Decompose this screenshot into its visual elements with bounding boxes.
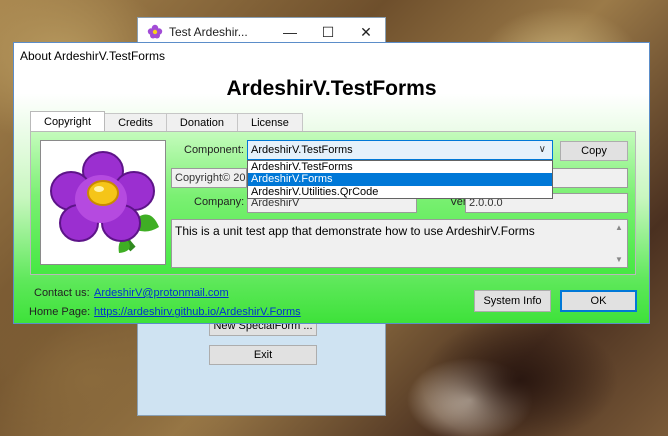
homepage-label: Home Page: (29, 306, 91, 318)
dropdown-option[interactable]: ArdeshirV.Utilities.QrCode (248, 186, 552, 198)
component-select[interactable]: ArdeshirV.TestForms ∨ (247, 140, 553, 160)
component-dropdown-list[interactable]: ArdeshirV.TestForms ArdeshirV.Forms Arde… (247, 160, 553, 199)
dropdown-option-selected[interactable]: ArdeshirV.Forms (248, 173, 552, 186)
tab-strip: Copyright Credits Donation License (30, 111, 303, 131)
component-select-value: ArdeshirV.TestForms (251, 144, 353, 156)
tab-donation[interactable]: Donation (165, 113, 238, 131)
contact-email-link[interactable]: ArdeshirV@protonmail.com (94, 287, 229, 299)
flower-logo-image (50, 151, 159, 253)
tab-credits[interactable]: Credits (104, 113, 167, 131)
tab-copyright[interactable]: Copyright (30, 111, 106, 131)
description-scrollbar[interactable]: ▲ ▼ (612, 220, 627, 267)
flower-logo (40, 140, 166, 265)
dialog-title: About ArdeshirV.TestForms (20, 49, 165, 63)
copy-button[interactable]: Copy (560, 141, 628, 161)
system-info-button[interactable]: System Info (474, 290, 551, 312)
scroll-down-icon[interactable]: ▼ (615, 255, 623, 264)
about-dialog[interactable]: About ArdeshirV.TestForms ArdeshirV.Test… (13, 42, 650, 324)
background-window-title: Test Ardeshir... (169, 25, 248, 39)
tab-license[interactable]: License (236, 113, 303, 131)
description-text: This is a unit test app that demonstrate… (175, 224, 535, 238)
scroll-up-icon[interactable]: ▲ (615, 223, 623, 232)
contact-label: Contact us: (34, 287, 90, 299)
copyright-field[interactable]: Copyright© 200 (171, 168, 247, 188)
homepage-link[interactable]: https://ardeshirv.github.io/ArdeshirV.Fo… (94, 306, 301, 318)
dialog-heading: ArdeshirV.TestForms (226, 77, 437, 100)
dropdown-option[interactable]: ArdeshirV.TestForms (248, 161, 552, 173)
exit-button[interactable]: Exit (209, 345, 317, 365)
ok-button[interactable]: OK (560, 290, 637, 312)
chevron-down-icon[interactable]: ∨ (539, 144, 546, 155)
flower-icon (147, 24, 163, 39)
description-textbox[interactable]: This is a unit test app that demonstrate… (171, 219, 628, 268)
company-label: Company: (194, 196, 245, 208)
component-label: Component: (184, 144, 244, 156)
